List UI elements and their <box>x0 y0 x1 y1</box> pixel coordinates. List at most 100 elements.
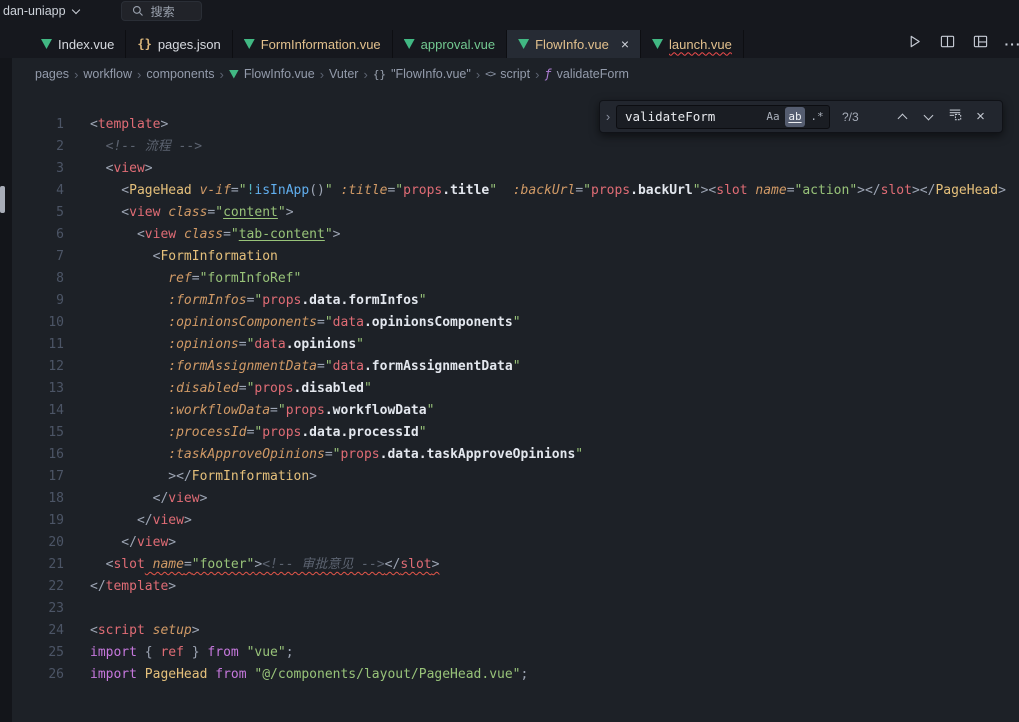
code-line[interactable]: 13 :disabled="props.disabled" <box>12 378 1019 400</box>
line-number[interactable]: 5 <box>12 202 64 224</box>
code-line[interactable]: 22</template> <box>12 576 1019 598</box>
code-line[interactable]: 7 <FormInformation <box>12 246 1019 268</box>
breadcrumb-item-workflow[interactable]: workflow <box>83 67 132 81</box>
tab-launch-vue[interactable]: launch.vue <box>641 30 744 58</box>
line-number[interactable]: 8 <box>12 268 64 290</box>
line-number[interactable]: 15 <box>12 422 64 444</box>
line-number[interactable]: 12 <box>12 356 64 378</box>
code-line[interactable]: 8 ref="formInfoRef" <box>12 268 1019 290</box>
breadcrumb-item-flowinfo-vue[interactable]: {}"FlowInfo.vue" <box>373 67 471 81</box>
code-line[interactable]: 5 <view class="content"> <box>12 202 1019 224</box>
code-line[interactable]: 23 <box>12 598 1019 620</box>
line-number[interactable]: 20 <box>12 532 64 554</box>
global-search-button[interactable]: 搜索 <box>121 1 202 21</box>
code-line[interactable]: 2 <!-- 流程 --> <box>12 136 1019 158</box>
code-line[interactable]: 14 :workflowData="props.workflowData" <box>12 400 1019 422</box>
code-line[interactable]: 21 <slot name="footer"><!-- 审批意见 --></sl… <box>12 554 1019 576</box>
line-number[interactable]: 1 <box>12 114 64 136</box>
line-number[interactable]: 14 <box>12 400 64 422</box>
breadcrumb-item-pages[interactable]: pages <box>35 67 69 81</box>
activity-strip-handle[interactable] <box>0 186 5 213</box>
code-line[interactable]: 17 ></FormInformation> <box>12 466 1019 488</box>
code-line[interactable]: 11 :opinions="data.opinions" <box>12 334 1019 356</box>
line-number[interactable]: 25 <box>12 642 64 664</box>
code-token: props <box>286 403 325 418</box>
code-line[interactable]: 3 <view> <box>12 158 1019 180</box>
toggle-replace-button[interactable]: › <box>600 101 616 132</box>
code-line[interactable]: 19 </view> <box>12 510 1019 532</box>
next-match-button[interactable] <box>917 105 940 128</box>
line-number[interactable]: 4 <box>12 180 64 202</box>
code-text: ></FormInformation> <box>64 466 317 488</box>
breadcrumb-item-components[interactable]: components <box>146 67 214 81</box>
close-find-button[interactable]: × <box>969 105 992 128</box>
tab-flowinfo-vue[interactable]: FlowInfo.vue× <box>507 30 641 58</box>
line-number[interactable]: 17 <box>12 466 64 488</box>
line-number[interactable]: 18 <box>12 488 64 510</box>
line-number[interactable]: 16 <box>12 444 64 466</box>
code-token: = <box>317 359 325 374</box>
tab-forminformation-vue[interactable]: FormInformation.vue <box>233 30 393 58</box>
match-case-button[interactable]: Aa <box>763 107 783 127</box>
line-number[interactable]: 9 <box>12 290 64 312</box>
line-number[interactable]: 10 <box>12 312 64 334</box>
code-token: </ <box>385 557 401 572</box>
code-token: .disabled <box>294 381 364 396</box>
code-token: = <box>787 183 795 198</box>
code-token: = <box>223 227 231 242</box>
code-line[interactable]: 4 <PageHead v-if="!isInApp()" :title="pr… <box>12 180 1019 202</box>
app-menu-project[interactable]: dan-uniapp <box>0 0 87 22</box>
find-in-selection-button[interactable] <box>943 105 966 128</box>
breadcrumb-item-validateform[interactable]: ƒvalidateForm <box>544 67 628 81</box>
code-line[interactable]: 12 :formAssignmentData="data.formAssignm… <box>12 356 1019 378</box>
code-token: ></ <box>912 183 935 198</box>
close-icon[interactable]: × <box>621 37 629 51</box>
code-line[interactable]: 16 :taskApproveOpinions="props.data.task… <box>12 444 1019 466</box>
line-number[interactable]: 2 <box>12 136 64 158</box>
tab-pages-json[interactable]: {}pages.json <box>126 30 232 58</box>
tab-approval-vue[interactable]: approval.vue <box>393 30 507 58</box>
code-line[interactable]: 6 <view class="tab-content"> <box>12 224 1019 246</box>
previous-match-button[interactable] <box>891 105 914 128</box>
breadcrumb-item-script[interactable]: <>script <box>485 67 530 81</box>
code-token: props <box>340 447 379 462</box>
code-line[interactable]: 26import PageHead from "@/components/lay… <box>12 664 1019 686</box>
code-line[interactable]: 24<script setup> <box>12 620 1019 642</box>
split-editor-button[interactable] <box>935 32 959 56</box>
code-token: slot <box>400 557 431 572</box>
line-number[interactable]: 22 <box>12 576 64 598</box>
code-text: :formAssignmentData="data.formAssignment… <box>64 356 521 378</box>
tab-index-vue[interactable]: Index.vue <box>30 30 126 58</box>
run-button[interactable] <box>902 32 926 56</box>
code-line[interactable]: 15 :processId="props.data.processId" <box>12 422 1019 444</box>
line-number[interactable]: 13 <box>12 378 64 400</box>
line-number[interactable]: 7 <box>12 246 64 268</box>
line-number[interactable]: 26 <box>12 664 64 686</box>
more-actions-button[interactable]: ··· <box>1001 32 1019 56</box>
line-number[interactable]: 6 <box>12 224 64 246</box>
line-number[interactable]: 19 <box>12 510 64 532</box>
code-token: < <box>90 623 98 638</box>
editor-layout-button[interactable] <box>968 32 992 56</box>
line-number[interactable]: 3 <box>12 158 64 180</box>
line-number[interactable]: 24 <box>12 620 64 642</box>
code-line[interactable]: 9 :formInfos="props.data.formInfos" <box>12 290 1019 312</box>
line-number[interactable]: 23 <box>12 598 64 620</box>
line-number[interactable]: 21 <box>12 554 64 576</box>
vue-icon <box>229 70 239 79</box>
code-line[interactable]: 10 :opinionsComponents="data.opinionsCom… <box>12 312 1019 334</box>
find-input[interactable] <box>625 109 763 124</box>
whole-word-button[interactable]: ab <box>785 107 805 127</box>
code-token: v-if <box>200 183 231 198</box>
code-token: = <box>575 183 583 198</box>
code-token: < <box>90 161 113 176</box>
code-line[interactable]: 18 </view> <box>12 488 1019 510</box>
code-text: <view class="tab-content"> <box>64 224 340 246</box>
code-line[interactable]: 25import { ref } from "vue"; <box>12 642 1019 664</box>
regex-button[interactable]: .* <box>807 107 827 127</box>
breadcrumb-item-flowinfo-vue[interactable]: FlowInfo.vue <box>229 67 315 81</box>
code-line[interactable]: 20 </view> <box>12 532 1019 554</box>
chevron-down-icon <box>924 110 934 120</box>
line-number[interactable]: 11 <box>12 334 64 356</box>
breadcrumb-item-vuter[interactable]: Vuter <box>329 67 358 81</box>
